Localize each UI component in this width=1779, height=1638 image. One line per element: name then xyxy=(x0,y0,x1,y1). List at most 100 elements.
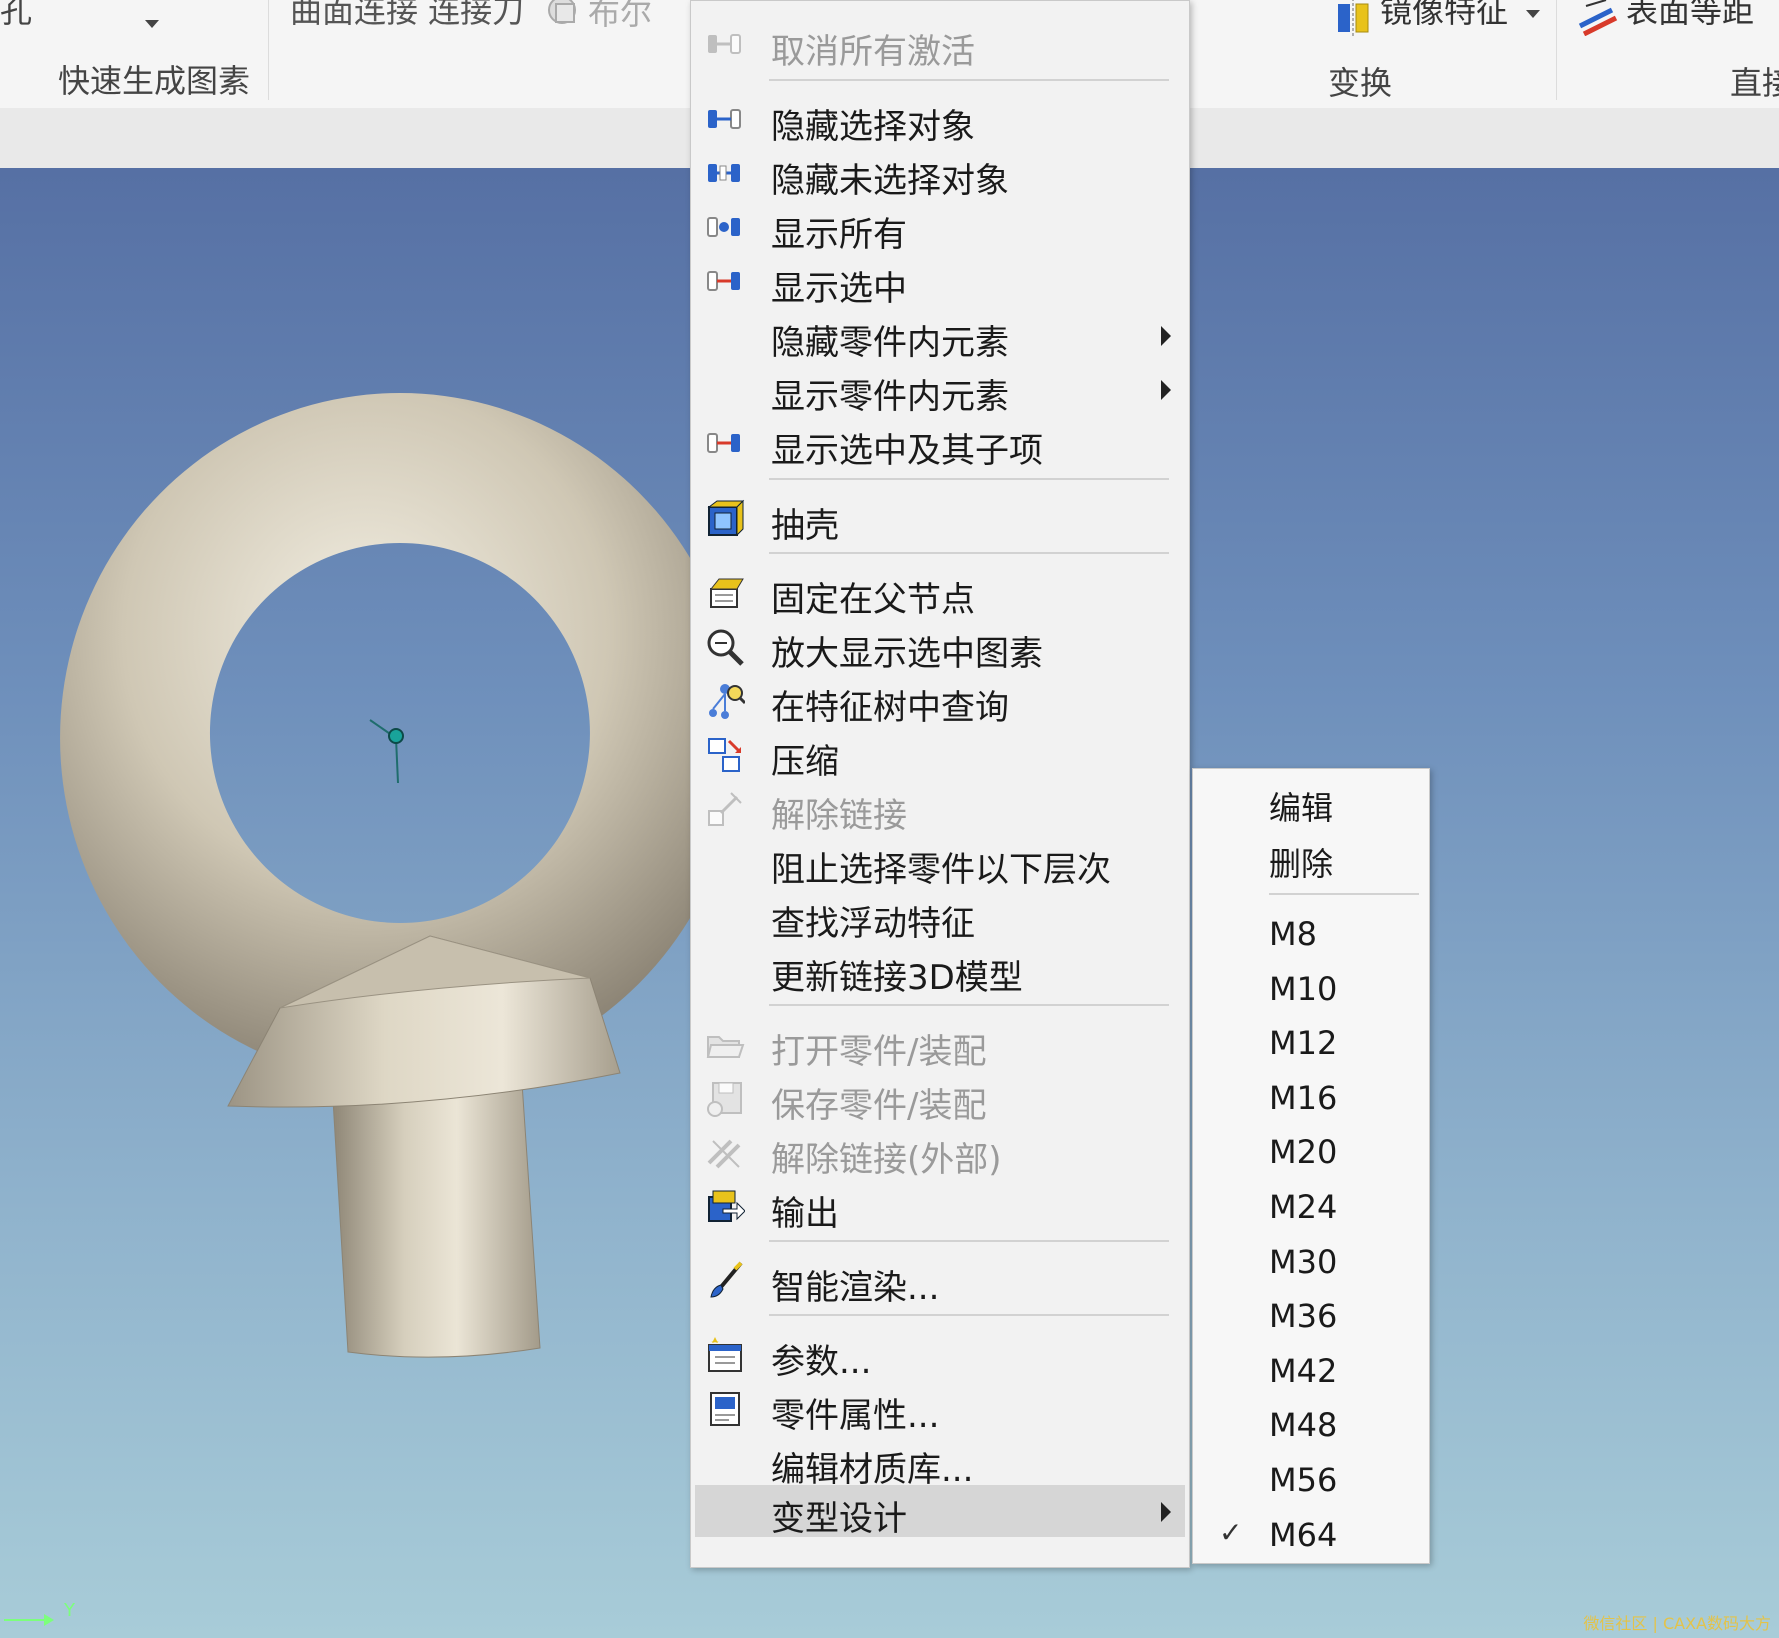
menu-item-label: 抽壳 xyxy=(771,506,839,546)
show-all-icon xyxy=(707,217,740,237)
open-folder-icon xyxy=(706,1036,745,1058)
menu-item-label: 隐藏零件内元素 xyxy=(771,323,1009,363)
parameters-icon xyxy=(708,1337,742,1372)
submenu-size-label: M48 xyxy=(1269,1406,1338,1445)
hide-selected-icon xyxy=(708,109,741,129)
submenu-size-item[interactable]: M36 xyxy=(1193,1291,1429,1343)
mirror-icon xyxy=(1338,0,1369,36)
menu-item-6[interactable]: 隐藏零件内元素 xyxy=(695,309,1185,363)
menu-item-24[interactable]: 零件属性... xyxy=(695,1382,1185,1436)
ribbon-divider xyxy=(1556,0,1557,100)
submenu-size-item[interactable]: M16 xyxy=(1193,1073,1429,1125)
shell-icon xyxy=(707,499,745,537)
submenu-size-item[interactable]: M24 xyxy=(1193,1182,1429,1234)
variant-design-submenu: 编辑 删除 M8 M10 M12 M16 M20 M24 M30 M36 M42 M48 M56 ✓ M… xyxy=(1192,768,1430,1564)
surface-offset-label: 表面等距 xyxy=(1626,0,1755,30)
menu-item-17[interactable]: 更新链接3D模型 xyxy=(695,944,1185,998)
submenu-arrow-icon xyxy=(1161,1502,1171,1522)
menu-item-1: 取消所有激活 xyxy=(695,18,1185,72)
submenu-size-item[interactable]: M10 xyxy=(1193,964,1429,1016)
group-label-transform: 变换 xyxy=(1328,64,1393,102)
menu-item-12[interactable]: 在特征树中查询 xyxy=(695,674,1185,728)
menu-item-label: 取消所有激活 xyxy=(771,32,975,72)
ribbon-surface-connect-button[interactable]: 曲面连接 连接刀 xyxy=(290,0,524,32)
submenu-edit-item[interactable]: 编辑 xyxy=(1193,777,1429,829)
submenu-size-item[interactable]: M42 xyxy=(1193,1346,1429,1398)
menu-separator xyxy=(769,552,1169,554)
menu-item-label: 变型设计 xyxy=(771,1499,907,1539)
menu-item-11[interactable]: 放大显示选中图素 xyxy=(695,620,1185,674)
menu-separator xyxy=(769,478,1169,480)
menu-item-label: 更新链接3D模型 xyxy=(771,958,1023,998)
surface-offset-icon xyxy=(1578,0,1618,36)
submenu-size-label: M36 xyxy=(1269,1297,1338,1336)
submenu-size-item[interactable]: ✓ M64 xyxy=(1193,1510,1429,1562)
submenu-size-item[interactable]: M56 xyxy=(1193,1455,1429,1507)
submenu-size-item[interactable]: M8 xyxy=(1193,909,1429,961)
submenu-size-item[interactable]: M48 xyxy=(1193,1400,1429,1452)
submenu-size-item[interactable]: M20 xyxy=(1193,1127,1429,1179)
mirror-label: 镜像特征 xyxy=(1380,0,1509,30)
menu-item-14: 解除链接 xyxy=(695,782,1185,836)
menu-item-22[interactable]: 智能渲染... xyxy=(695,1254,1185,1308)
menu-item-13[interactable]: 压缩 xyxy=(695,728,1185,782)
group-label-quick: 快速生成图素 xyxy=(58,62,251,100)
menu-item-23[interactable]: 参数... xyxy=(695,1328,1185,1382)
quick-generate-dropdown-icon[interactable] xyxy=(145,20,159,28)
menu-item-8[interactable]: 显示选中及其子项 xyxy=(695,417,1185,471)
context-menu: 取消所有激活隐藏选择对象隐藏未选择对象 显示所有 显示选中隐藏零件内元素 显示零件内元… xyxy=(690,0,1190,1568)
menu-item-19: 保存零件/装配 xyxy=(695,1072,1185,1126)
menu-item-15[interactable]: 阻止选择零件以下层次 xyxy=(695,836,1185,890)
menu-separator xyxy=(769,1314,1169,1316)
menu-item-20: 解除链接(外部) xyxy=(695,1126,1185,1180)
pin-parent-icon xyxy=(709,578,744,608)
menu-item-label: 显示选中及其子项 xyxy=(771,431,1043,471)
menu-item-18: 打开零件/装配 xyxy=(695,1018,1185,1072)
menu-item-16[interactable]: 查找浮动特征 xyxy=(695,890,1185,944)
deactivate-icon xyxy=(708,34,741,54)
ribbon-hole-button[interactable]: 孔 xyxy=(0,0,32,32)
unlink-icon xyxy=(708,792,742,826)
show-selected-icon xyxy=(707,271,740,291)
submenu-size-label: M12 xyxy=(1269,1024,1338,1063)
tree-search-icon xyxy=(709,684,745,719)
menu-item-25[interactable]: 编辑材质库... xyxy=(695,1436,1185,1490)
menu-item-label: 编辑材质库... xyxy=(771,1450,974,1490)
submenu-delete-item[interactable]: 删除 xyxy=(1193,833,1429,885)
menu-item-9[interactable]: 抽壳 xyxy=(695,492,1185,546)
menu-item-label: 输出 xyxy=(771,1194,839,1234)
menu-item-5[interactable]: 显示选中 xyxy=(695,255,1185,309)
submenu-size-label: M30 xyxy=(1269,1242,1338,1281)
menu-item-3[interactable]: 隐藏未选择对象 xyxy=(695,147,1185,201)
menu-item-label: 查找浮动特征 xyxy=(771,904,975,944)
menu-item-2[interactable]: 隐藏选择对象 xyxy=(695,93,1185,147)
menu-separator xyxy=(769,1240,1169,1242)
menu-item-label: 打开零件/装配 xyxy=(771,1032,987,1072)
menu-item-7[interactable]: 显示零件内元素 xyxy=(695,363,1185,417)
menu-item-label: 零件属性... xyxy=(771,1396,940,1436)
axis-y-label: Y xyxy=(64,1600,75,1621)
menu-separator xyxy=(769,1004,1169,1006)
submenu-size-item[interactable]: M12 xyxy=(1193,1018,1429,1070)
menu-item-10[interactable]: 固定在父节点 xyxy=(695,566,1185,620)
menu-item-label: 解除链接(外部) xyxy=(771,1140,1002,1180)
submenu-size-label: M20 xyxy=(1269,1133,1338,1172)
menu-item-4[interactable]: 显示所有 xyxy=(695,201,1185,255)
submenu-size-label: M64 xyxy=(1269,1515,1338,1554)
menu-item-label: 保存零件/装配 xyxy=(771,1086,987,1126)
menu-item-label: 压缩 xyxy=(771,742,839,782)
ribbon-divider xyxy=(268,0,269,100)
menu-item-26[interactable]: 变型设计 xyxy=(695,1485,1185,1539)
submenu-edit-label: 编辑 xyxy=(1269,789,1334,827)
mirror-dropdown-icon[interactable] xyxy=(1526,10,1540,18)
menu-item-label: 解除链接 xyxy=(771,796,907,836)
submenu-size-label: M8 xyxy=(1269,915,1317,953)
submenu-arrow-icon xyxy=(1161,326,1171,346)
submenu-size-item[interactable]: M30 xyxy=(1193,1237,1429,1289)
menu-item-label: 显示所有 xyxy=(771,215,907,255)
menu-item-label: 隐藏未选择对象 xyxy=(771,161,1009,201)
menu-item-21[interactable]: 输出 xyxy=(695,1180,1185,1234)
hide-unselected-icon xyxy=(708,164,740,182)
submenu-size-label: M56 xyxy=(1269,1461,1338,1499)
submenu-size-label: M24 xyxy=(1269,1188,1338,1226)
